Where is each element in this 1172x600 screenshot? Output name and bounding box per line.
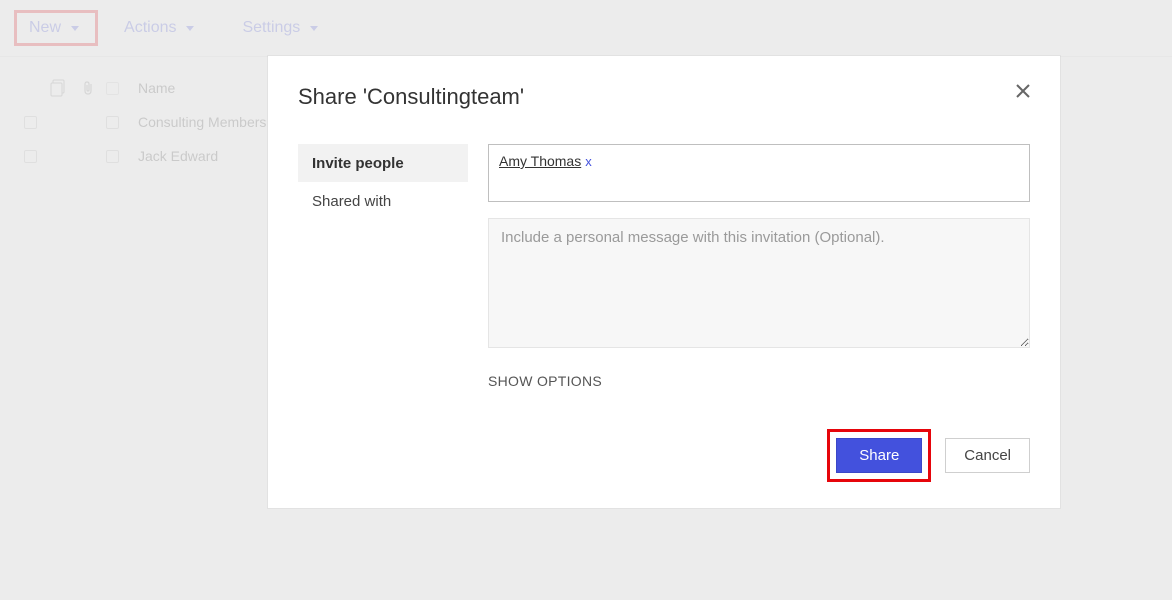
share-button[interactable]: Share: [836, 438, 922, 473]
people-chip-remove[interactable]: x: [585, 154, 592, 169]
people-picker[interactable]: Amy Thomas x: [488, 144, 1030, 202]
cancel-button[interactable]: Cancel: [945, 438, 1030, 473]
tab-shared-with[interactable]: Shared with: [298, 182, 468, 220]
annotation-highlight-share: Share: [827, 429, 931, 482]
close-icon: [1014, 82, 1032, 100]
people-chip-name[interactable]: Amy Thomas: [499, 153, 581, 169]
message-input[interactable]: [488, 218, 1030, 348]
dialog-body: Invite people Shared with Amy Thomas x S…: [298, 144, 1030, 389]
dialog-footer: Share Cancel: [827, 429, 1030, 482]
share-dialog: Share 'Consultingteam' Invite people Sha…: [268, 56, 1060, 508]
dialog-side-tabs: Invite people Shared with: [298, 144, 468, 389]
people-chip: Amy Thomas x: [499, 153, 592, 169]
tab-invite-people[interactable]: Invite people: [298, 144, 468, 182]
dialog-main: Amy Thomas x SHOW OPTIONS: [488, 144, 1030, 389]
show-options-link[interactable]: SHOW OPTIONS: [488, 373, 1030, 389]
close-button[interactable]: [1008, 76, 1038, 106]
page-root: New Actions Settings: [0, 0, 1172, 600]
dialog-title: Share 'Consultingteam': [298, 84, 1030, 110]
